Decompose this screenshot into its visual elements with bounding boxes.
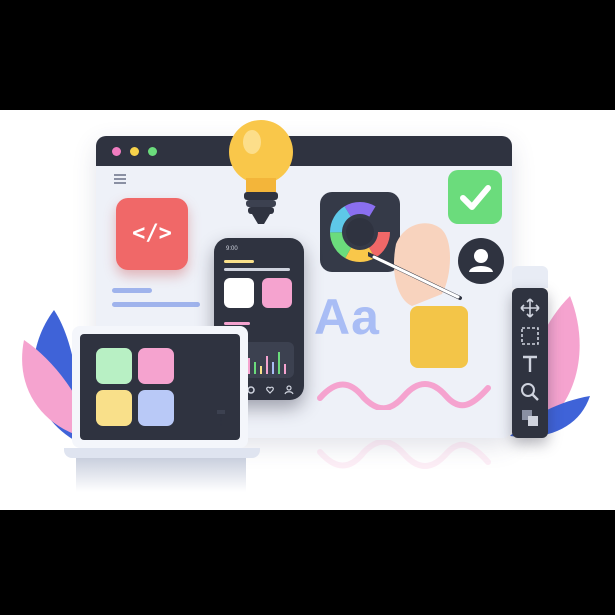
phone-text-line [224, 260, 254, 263]
text-placeholder-line [112, 302, 200, 307]
close-window-dot[interactable] [112, 147, 121, 156]
laptop-tile-blue[interactable] [138, 390, 174, 426]
text-tool-icon[interactable] [518, 352, 542, 376]
zoom-tool-icon[interactable] [518, 380, 542, 404]
tool-palette [512, 288, 548, 438]
window-title-bar [96, 136, 512, 166]
move-tool-icon[interactable] [518, 296, 542, 320]
phone-card-pink[interactable] [262, 278, 292, 308]
squiggle-line [317, 381, 491, 410]
pen-tool-icon [210, 390, 232, 426]
hand-with-stylus-icon [368, 223, 468, 368]
marquee-tool-icon[interactable] [518, 324, 542, 348]
phone-time: 9:00 [226, 246, 238, 252]
minimize-window-dot[interactable] [130, 147, 139, 156]
laptop-tile-yellow[interactable] [96, 390, 132, 426]
layers-tool-icon[interactable] [518, 406, 542, 430]
laptop-base [64, 448, 260, 458]
squiggle-reflection [317, 440, 491, 469]
maximize-window-dot[interactable] [148, 147, 157, 156]
phone-text-line [224, 268, 290, 271]
toolbar-handle[interactable] [512, 266, 548, 288]
profile-icon [286, 385, 292, 391]
phone-text-line [224, 322, 250, 325]
lightbulb-icon [229, 120, 293, 224]
code-icon: </> [116, 198, 188, 270]
laptop-tile-pink[interactable] [138, 348, 174, 384]
heart-icon [266, 386, 274, 394]
menu-icon[interactable] [114, 174, 126, 184]
search-icon [247, 386, 255, 394]
laptop [72, 326, 248, 448]
text-placeholder-line [112, 288, 152, 293]
illustration: </> Aa 9:00 [0, 0, 615, 615]
laptop-tile-green[interactable] [96, 348, 132, 384]
laptop-base-reflection [76, 458, 246, 492]
phone-card-white[interactable] [224, 278, 254, 308]
